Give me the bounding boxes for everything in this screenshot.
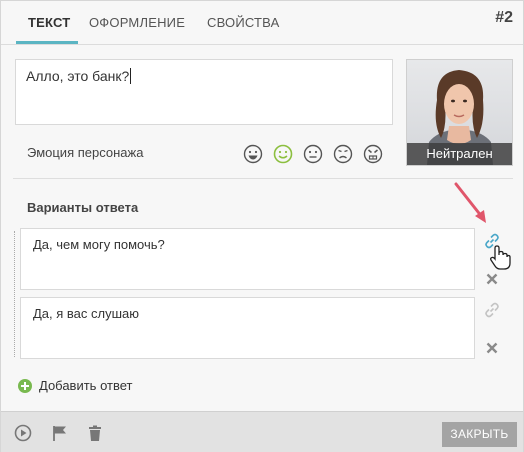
delete-answer-icon[interactable]: [483, 339, 501, 357]
character-portrait[interactable]: Нейтрален: [406, 59, 513, 166]
emotion-label: Эмоция персонажа: [27, 145, 144, 160]
angry-face-icon[interactable]: [363, 144, 383, 164]
flag-icon[interactable]: [51, 424, 69, 442]
smile-big-icon[interactable]: [243, 144, 263, 164]
answer-text: Да, чем могу помочь?: [33, 237, 165, 252]
emotion-caption: Нейтрален: [407, 143, 512, 165]
pointer-arrow-icon: [454, 182, 486, 223]
bottom-toolbar: ЗАКРЫТЬ: [1, 411, 523, 452]
text-caret: [130, 68, 132, 84]
link-icon[interactable]: [483, 301, 501, 319]
tab-bar: ТЕКСТ ОФОРМЛЕНИЕ СВОЙСТВА #2: [1, 1, 523, 45]
answers-connector-line: [14, 231, 15, 357]
answer-input-2[interactable]: Да, я вас слушаю: [20, 297, 475, 359]
phrase-text: Алло, это банк?: [26, 68, 130, 84]
add-plus-icon: [18, 379, 32, 393]
main-content: Алло, это банк? Нейтрален Эмоция персона…: [1, 45, 523, 411]
sad-face-icon[interactable]: [333, 144, 353, 164]
answer-input-1[interactable]: Да, чем могу помочь?: [20, 228, 475, 290]
section-divider: [13, 178, 513, 179]
neutral-face-icon[interactable]: [303, 144, 323, 164]
answers-label: Варианты ответа: [27, 200, 139, 215]
character-phrase-input[interactable]: Алло, это банк?: [15, 59, 393, 125]
scene-number: #2: [495, 9, 513, 26]
active-tab-indicator: [16, 41, 78, 44]
delete-answer-icon[interactable]: [483, 270, 501, 288]
tab-design[interactable]: ОФОРМЛЕНИЕ: [89, 1, 185, 44]
close-button[interactable]: ЗАКРЫТЬ: [442, 422, 517, 447]
answer-text: Да, я вас слушаю: [33, 306, 140, 321]
smile-icon[interactable]: [273, 144, 293, 164]
tab-properties[interactable]: СВОЙСТВА: [207, 1, 280, 44]
play-icon[interactable]: [14, 424, 32, 442]
scene-editor-panel: ТЕКСТ ОФОРМЛЕНИЕ СВОЙСТВА #2 Алло, это б…: [0, 0, 524, 452]
hand-cursor-icon: [490, 245, 511, 270]
tab-text[interactable]: ТЕКСТ: [28, 1, 70, 44]
trash-icon[interactable]: [86, 424, 104, 442]
add-answer-label: Добавить ответ: [39, 378, 133, 393]
